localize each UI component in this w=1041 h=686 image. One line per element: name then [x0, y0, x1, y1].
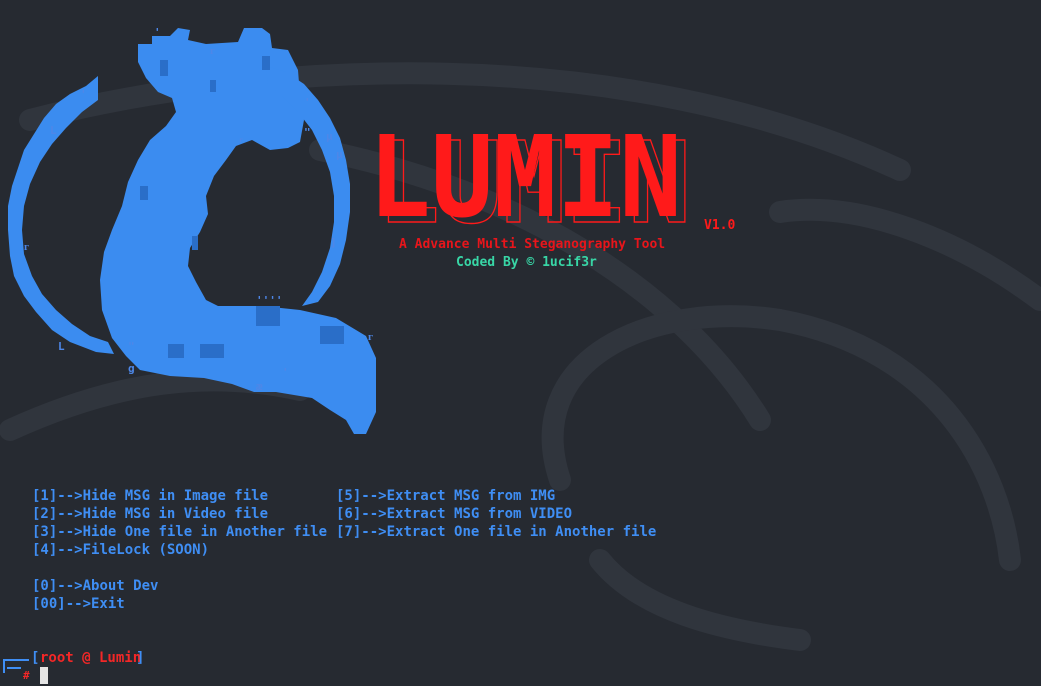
logo-glyph: ': [282, 366, 289, 379]
menu-option-5[interactable]: [5]-->Extract MSG from IMG: [336, 488, 555, 504]
lumin-title: LUMIN LUMIN: [368, 116, 692, 226]
menu-option-6[interactable]: [6]-->Extract MSG from VIDEO: [336, 506, 572, 522]
logo-glyph: ᵣ: [238, 132, 245, 145]
logo-glyph: ": [304, 126, 311, 139]
menu-option-4[interactable]: [4]-->FileLock (SOON): [32, 542, 209, 558]
logo-glyph: ': [304, 96, 311, 109]
menu-option-3[interactable]: [3]-->Hide One file in Another file: [32, 524, 327, 540]
prompt-symbol: #: [23, 669, 30, 682]
cursor-icon[interactable]: [40, 667, 48, 684]
logo-glyph: ': [80, 88, 87, 101]
prompt-bracket-close: ]: [136, 650, 145, 666]
logo-glyph: '''': [256, 294, 283, 307]
menu-option-2[interactable]: [2]-->Hide MSG in Video file: [32, 506, 268, 522]
credit-line: Coded By © 1ucif3r: [456, 255, 597, 270]
menu-option-7[interactable]: [7]-->Extract One file in Another file: [336, 524, 656, 540]
logo-glyph: L: [58, 340, 65, 353]
menu-option-1[interactable]: [1]-->Hide MSG in Image file: [32, 488, 268, 504]
tagline: A Advance Multi Steganography Tool: [399, 237, 666, 252]
lumin-title-main: LUMIN: [368, 116, 682, 226]
logo-glyph: æ: [256, 380, 263, 393]
logo-glyph: ]: [330, 236, 337, 249]
logo-glyph: μ: [336, 148, 343, 161]
terminal-window[interactable]: ' ᴦ ' ' L " μ μ ᵣ ] ᴦ '''' ᴦ L " g æ ' L…: [0, 0, 1041, 686]
logo-glyph: μ: [326, 130, 333, 143]
menu-option-exit[interactable]: [00]-->Exit: [32, 596, 125, 612]
logo-glyph: g: [128, 362, 135, 375]
prompt-user-host: root @ Lumin: [40, 650, 142, 666]
prompt-bracket-open: [: [31, 650, 40, 666]
logo-glyph: ᴦ: [368, 330, 373, 343]
logo-glyph: ᴦ: [210, 44, 215, 57]
logo-glyph: ": [128, 340, 135, 353]
version-label: V1.0: [704, 218, 736, 233]
logo-glyph: ᴦ: [24, 240, 29, 253]
dragon-ascii-icon: [8, 28, 376, 434]
menu-option-about[interactable]: [0]-->About Dev: [32, 578, 158, 594]
logo-glyph: L: [50, 124, 57, 137]
logo-glyph: ': [154, 26, 161, 39]
